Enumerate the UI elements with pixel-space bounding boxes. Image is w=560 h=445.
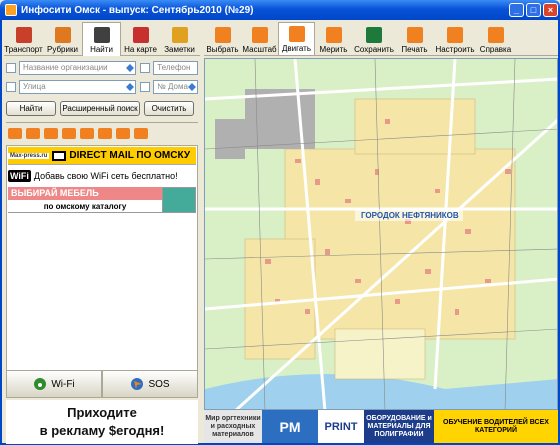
close-button[interactable]: × xyxy=(543,3,558,17)
binoculars-icon xyxy=(93,27,110,43)
banner-office-tech: Мир оргтехники и расходных материалов xyxy=(204,410,262,443)
divider xyxy=(6,122,198,123)
city-map[interactable]: ГОРОДОК НЕФТЯНИКОВ xyxy=(204,58,558,410)
app-icon xyxy=(5,4,17,16)
hand-icon xyxy=(288,26,305,42)
plane-icon[interactable] xyxy=(98,128,112,139)
dropdown-icon xyxy=(126,83,135,91)
find-button[interactable]: Найти xyxy=(6,101,56,116)
help-icon xyxy=(487,27,504,43)
promo-banner[interactable]: Приходите в рекламу $егодня! xyxy=(6,400,198,444)
banner-polygraphy: ОБОРУДОВАНИЕ и МАТЕРИАЛЫ ДЛЯ ПОЛИГРАФИИ xyxy=(364,410,434,443)
bus-icon xyxy=(15,27,32,43)
org-checkbox[interactable] xyxy=(6,63,16,73)
sms-icon[interactable] xyxy=(8,128,22,139)
cursor-icon xyxy=(214,27,231,43)
map-toolbar: Выбрать Масштаб Двигать Мерить Сохранить… xyxy=(204,22,558,56)
house-input[interactable]: № Дома xyxy=(153,80,198,94)
list-icon xyxy=(54,27,71,43)
map-canvas[interactable] xyxy=(205,59,558,410)
window-title: Инфосити Омск - выпуск: Сентябрь2010 (№2… xyxy=(21,4,254,16)
tab-label: Найти xyxy=(90,45,113,54)
tool-pan[interactable]: Двигать xyxy=(278,22,315,56)
bed-icon[interactable] xyxy=(80,128,94,139)
tab-find[interactable]: Найти xyxy=(82,22,121,56)
notes-icon xyxy=(171,27,188,43)
book-icon[interactable] xyxy=(116,128,130,139)
catalog-image xyxy=(162,187,196,213)
phone-checkbox[interactable] xyxy=(140,63,151,73)
banner-print-logo: PRINT xyxy=(318,410,364,443)
ruler-icon xyxy=(325,27,342,43)
list-icon[interactable] xyxy=(44,128,58,139)
quick-icons xyxy=(4,125,200,143)
right-panel: Выбрать Масштаб Двигать Мерить Сохранить… xyxy=(204,22,558,445)
left-panel: Транспорт Рубрики Найти На карте Заметки… xyxy=(4,22,200,445)
org-input[interactable]: Название организации xyxy=(18,61,137,75)
tool-select[interactable]: Выбрать xyxy=(204,22,241,56)
ad-furniture[interactable]: ВЫБИРАЙ МЕБЕЛЬ по омскому каталогу xyxy=(8,187,196,213)
wifi-logo: WiFi xyxy=(8,170,31,182)
phone-input[interactable]: Телефон xyxy=(153,61,198,75)
tab-label: Транспорт xyxy=(4,45,43,54)
tool-measure[interactable]: Мерить xyxy=(315,22,352,56)
street-input[interactable]: Улица xyxy=(18,80,137,94)
ad-list: Max-press.ru DIRECT MAIL ПО ОМСКУ WiFi Д… xyxy=(6,145,198,377)
maximize-button[interactable]: □ xyxy=(526,3,541,17)
tab-transport[interactable]: Транспорт xyxy=(4,22,43,56)
zoom-icon xyxy=(251,27,268,43)
sos-icon xyxy=(131,378,144,390)
search-buttons: Найти Расширенный поиск Очистить xyxy=(4,98,200,120)
tab-label: Рубрики xyxy=(47,45,78,54)
dropdown-icon xyxy=(126,64,135,72)
tool-zoom[interactable]: Масштаб xyxy=(241,22,278,56)
minimize-button[interactable]: _ xyxy=(509,3,524,17)
scroll-icon[interactable] xyxy=(134,128,148,139)
street-checkbox[interactable] xyxy=(6,82,16,92)
sos-button[interactable]: SOS xyxy=(102,370,198,398)
title-bar: Инфосити Омск - выпуск: Сентябрь2010 (№2… xyxy=(0,0,560,20)
left-tabs: Транспорт Рубрики Найти На карте Заметки xyxy=(4,22,200,56)
banner-pm-logo: PM xyxy=(262,410,318,443)
printer-icon xyxy=(406,27,423,43)
banner-driving-school: ОБУЧЕНИЕ ВОДИТЕЛЕЙ ВСЕХ КАТЕГОРИЙ xyxy=(434,410,558,443)
bottom-tabs: Wi-Fi SOS xyxy=(6,370,198,398)
tab-notes[interactable]: Заметки xyxy=(160,22,199,56)
main-window: Транспорт Рубрики Найти На карте Заметки… xyxy=(0,20,560,445)
advanced-search-button[interactable]: Расширенный поиск xyxy=(60,101,140,116)
house-checkbox[interactable] xyxy=(140,82,151,92)
envelope-icon xyxy=(52,150,67,161)
heart-icon[interactable] xyxy=(26,128,40,139)
dropdown-icon xyxy=(188,83,196,91)
search-fields: Название организации Телефон Улица № Дом… xyxy=(4,56,200,95)
tool-settings[interactable]: Настроить xyxy=(433,22,477,56)
wifi-button[interactable]: Wi-Fi xyxy=(6,370,102,398)
map-pin-icon xyxy=(132,27,149,43)
clear-button[interactable]: Очистить xyxy=(144,101,194,116)
tab-label: Заметки xyxy=(164,45,195,54)
tool-save[interactable]: Сохранить xyxy=(352,22,396,56)
tool-print[interactable]: Печать xyxy=(396,22,433,56)
wifi-icon xyxy=(34,378,47,390)
ad-direct-mail[interactable]: Max-press.ru DIRECT MAIL ПО ОМСКУ xyxy=(8,147,196,165)
ad-banner[interactable]: Мир оргтехники и расходных материалов PM… xyxy=(204,410,558,443)
tab-label: На карте xyxy=(124,45,157,54)
tab-on-map[interactable]: На карте xyxy=(121,22,160,56)
tab-rubrics[interactable]: Рубрики xyxy=(43,22,82,56)
excel-icon xyxy=(366,27,382,43)
car-icon[interactable] xyxy=(62,128,76,139)
district-label: ГОРОДОК НЕФТЯНИКОВ xyxy=(361,211,459,220)
ad-wifi[interactable]: WiFi Добавь свою WiFi сеть бесплатно! xyxy=(8,167,196,185)
tool-help[interactable]: Справка xyxy=(477,22,514,56)
gear-icon xyxy=(447,27,463,43)
